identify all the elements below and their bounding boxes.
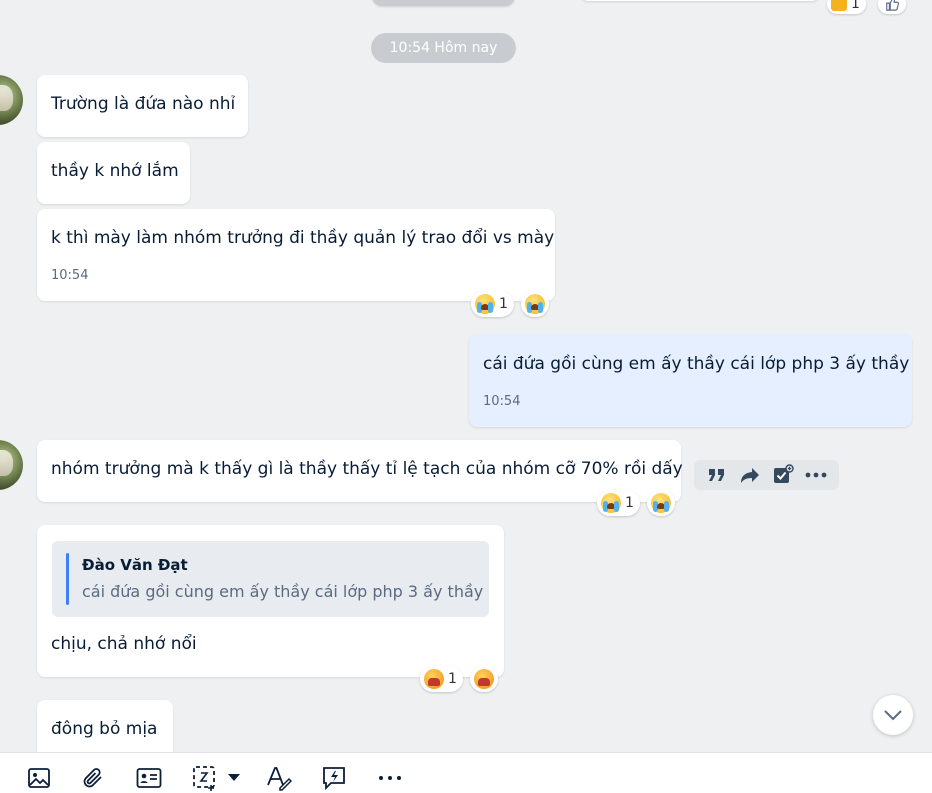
composer-toolbar xyxy=(0,752,932,793)
message-text: k thì mày làm nhóm trưởng đi thầy quản l… xyxy=(51,228,555,248)
angry-emoji-icon xyxy=(424,669,444,689)
message-text: đông bỏ mịa xyxy=(51,719,158,739)
add-reaction-button[interactable] xyxy=(647,490,675,516)
quote-icon[interactable] xyxy=(705,463,729,487)
crying-emoji-icon xyxy=(525,294,545,314)
screenshot-icon[interactable] xyxy=(192,765,218,791)
reaction-summary[interactable]: 1 xyxy=(420,666,463,692)
reaction-summary[interactable]: 1 xyxy=(471,291,514,317)
contact-card-icon[interactable] xyxy=(136,765,162,791)
more-icon[interactable] xyxy=(377,765,403,791)
time-separator: 10:54 Hôm nay xyxy=(371,33,516,63)
prev-bubble-fragment xyxy=(372,0,515,6)
share-icon[interactable] xyxy=(738,463,762,487)
quoted-message[interactable]: Đào Văn Đạt cái đứa gồi cùng em ấy thầy … xyxy=(52,541,489,617)
avatar[interactable] xyxy=(0,75,23,125)
like-icon xyxy=(886,0,900,11)
reaction-count: 1 xyxy=(499,296,508,312)
message-bubble[interactable]: k thì mày làm nhóm trưởng đi thầy quản l… xyxy=(37,209,555,301)
message-text: nhóm trưởng mà k thấy gì là thầy thấy tỉ… xyxy=(51,459,683,479)
message-bubble[interactable]: thầy k nhớ lắm xyxy=(37,142,190,204)
reaction-summary[interactable]: 1 xyxy=(597,490,640,516)
add-task-icon[interactable] xyxy=(771,463,795,487)
more-icon[interactable] xyxy=(804,463,828,487)
like-button[interactable] xyxy=(878,0,906,14)
top-reaction-like[interactable]: 1 xyxy=(827,0,866,14)
image-icon[interactable] xyxy=(26,765,52,791)
text-format-icon[interactable] xyxy=(266,765,292,791)
quote-text: cái đứa gồi cùng em ấy thầy cái lớp php … xyxy=(82,582,484,601)
attachment-icon[interactable] xyxy=(80,765,106,791)
thumbs-up-icon xyxy=(831,0,847,11)
chevron-down-icon xyxy=(884,710,902,721)
message-actions xyxy=(694,460,839,490)
message-text: Trường là đứa nào nhỉ xyxy=(51,94,236,114)
message-text: cái đứa gồi cùng em ấy thầy cái lớp php … xyxy=(483,354,910,374)
crying-emoji-icon xyxy=(475,294,495,314)
reaction-count: 1 xyxy=(851,0,860,12)
reaction-count: 1 xyxy=(625,495,634,511)
my-message-bubble[interactable]: cái đứa gồi cùng em ấy thầy cái lớp php … xyxy=(469,334,912,427)
avatar[interactable] xyxy=(0,440,23,490)
quote-author: Đào Văn Đạt xyxy=(82,556,188,574)
add-reaction-button[interactable] xyxy=(470,666,498,692)
crying-emoji-icon xyxy=(601,493,621,513)
message-time: 10:54 xyxy=(51,268,89,283)
message-bubble[interactable]: nhóm trưởng mà k thấy gì là thầy thấy tỉ… xyxy=(37,440,683,502)
scroll-to-bottom-button[interactable] xyxy=(873,695,913,735)
message-text: thầy k nhớ lắm xyxy=(51,161,179,181)
crying-emoji-icon xyxy=(651,493,671,513)
add-reaction-button[interactable] xyxy=(521,291,549,317)
prev-my-bubble-fragment xyxy=(580,0,820,1)
message-bubble[interactable]: Trường là đứa nào nhỉ xyxy=(37,75,248,137)
angry-emoji-icon xyxy=(474,669,494,689)
dropdown-icon[interactable] xyxy=(224,765,244,791)
message-time: 10:54 xyxy=(483,394,521,409)
reaction-count: 1 xyxy=(448,671,457,687)
quick-message-icon[interactable] xyxy=(321,765,347,791)
message-text: chịu, chả nhớ nổi xyxy=(51,634,197,654)
